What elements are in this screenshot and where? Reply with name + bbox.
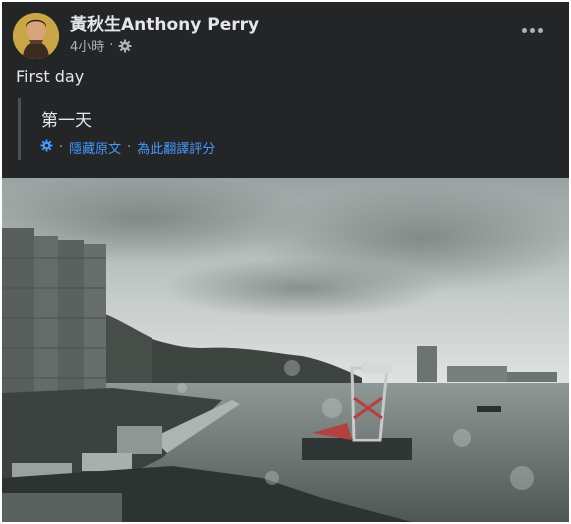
gear-icon[interactable] bbox=[40, 139, 53, 156]
post-text: First day bbox=[16, 67, 85, 86]
post-header: 黃秋生Anthony Perry 4小時 · bbox=[2, 2, 569, 64]
meta-separator: · bbox=[109, 38, 114, 53]
more-dot bbox=[537, 27, 543, 33]
action-separator: · bbox=[59, 140, 64, 155]
post-meta: 4小時 · bbox=[70, 36, 132, 55]
action-separator: · bbox=[127, 140, 132, 155]
rate-translation-link[interactable]: 為此翻譯評分 bbox=[137, 138, 215, 157]
gear-icon[interactable] bbox=[118, 39, 132, 53]
more-dot bbox=[529, 27, 535, 33]
more-options-button[interactable] bbox=[517, 18, 547, 42]
avatar[interactable] bbox=[13, 13, 59, 59]
post-timestamp[interactable]: 4小時 bbox=[70, 36, 104, 55]
hide-original-link[interactable]: 隱藏原文 bbox=[69, 138, 121, 157]
more-dots-icon bbox=[521, 27, 527, 33]
harbor-photo-image bbox=[2, 173, 569, 522]
translation-actions: · 隱藏原文 · 為此翻譯評分 bbox=[40, 138, 215, 157]
translated-text: 第一天 bbox=[41, 111, 92, 131]
author-name[interactable]: 黃秋生Anthony Perry bbox=[70, 10, 259, 35]
facebook-post: 黃秋生Anthony Perry 4小時 · First day 第一天 · 隱… bbox=[2, 2, 569, 522]
post-photo[interactable] bbox=[2, 173, 569, 522]
translation-block: 第一天 · 隱藏原文 · 為此翻譯評分 bbox=[18, 98, 441, 160]
